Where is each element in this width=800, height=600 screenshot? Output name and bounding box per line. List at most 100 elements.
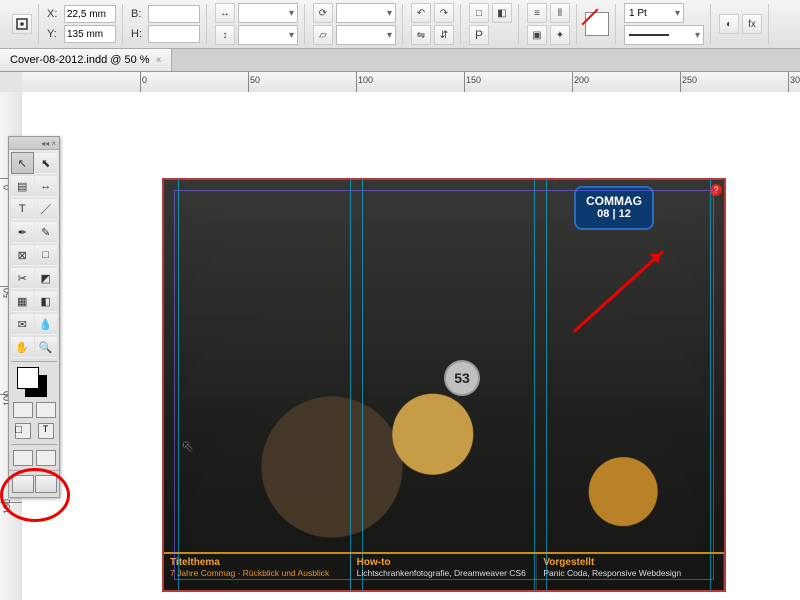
scale-block: ↔ ↕ — [209, 4, 305, 44]
footer-sub-1: Lichtschrankenfotografie, Dreamweaver CS… — [357, 568, 531, 578]
w-input[interactable] — [148, 5, 200, 23]
select-content-icon[interactable]: ◧ — [492, 3, 512, 23]
screen-mode-preview-icon[interactable] — [35, 475, 57, 493]
rotate-icon[interactable]: ⟳ — [313, 3, 333, 23]
close-tab-icon[interactable]: × — [156, 55, 162, 66]
fill-stroke-control[interactable] — [11, 365, 57, 399]
rotate-ccw-icon[interactable]: ↶ — [411, 3, 431, 23]
h-input[interactable] — [148, 25, 200, 43]
issue-badge[interactable]: COMMAG 08 | 12 — [574, 186, 654, 230]
badge-issue: 08 | 12 — [586, 208, 642, 221]
scale-y-dd[interactable] — [238, 25, 298, 45]
ruler-horizontal[interactable]: 050100150200250300 — [22, 72, 800, 93]
gradient-feather-tool-icon[interactable]: ◧ — [35, 290, 58, 312]
scale-x-icon[interactable]: ↔ — [215, 3, 235, 23]
screen-mode-buttons — [9, 470, 59, 497]
w-label: B: — [131, 8, 145, 20]
rectangle-tool-icon[interactable]: □ — [35, 244, 58, 266]
selection-tool-icon[interactable]: ↖ — [11, 152, 34, 174]
opacity-icon[interactable]: ◐ — [719, 14, 739, 34]
rotate-block: ⟳ ▱ — [307, 4, 403, 44]
fill-color-icon[interactable] — [17, 367, 39, 389]
rotate-cw-icon[interactable]: ↷ — [434, 3, 454, 23]
rotate-dd[interactable] — [336, 3, 396, 23]
shear-icon[interactable]: ▱ — [313, 25, 333, 45]
normal-view-icon[interactable] — [13, 450, 33, 466]
flip-h-icon[interactable]: ⇋ — [411, 25, 431, 45]
y-input[interactable] — [64, 25, 116, 43]
h-label: H: — [131, 28, 145, 40]
apply-color-icon[interactable] — [13, 402, 33, 418]
shear-dd[interactable] — [336, 25, 396, 45]
gradient-swatch-tool-icon[interactable]: ▦ — [11, 290, 34, 312]
scissors-tool-icon[interactable]: ✂ — [11, 267, 34, 289]
document-tab[interactable]: Cover-08-2012.indd @ 50 % × — [0, 49, 172, 71]
effects-icon[interactable]: ✦ — [550, 25, 570, 45]
select-container-icon[interactable]: □ — [469, 3, 489, 23]
badge-title: COMMAG — [586, 194, 642, 208]
object-block: □ ◧ P — [463, 4, 519, 44]
race-number-badge: 53 — [444, 360, 480, 396]
x-input[interactable] — [64, 5, 116, 23]
paragraph-icon[interactable]: P — [469, 25, 489, 45]
flip-v-icon[interactable]: ⇵ — [434, 25, 454, 45]
document-page[interactable]: COMMAG 08 | 12 ? 53 ↖ Titelthema 7 Jahre… — [162, 178, 726, 592]
align-icon[interactable]: ≡ — [527, 3, 547, 23]
wrap-icon[interactable]: ▣ — [527, 25, 547, 45]
canvas[interactable]: COMMAG 08 | 12 ? 53 ↖ Titelthema 7 Jahre… — [22, 92, 800, 600]
zoom-tool-icon[interactable]: 🔍 — [35, 336, 58, 358]
format-affects-row: □ T — [11, 421, 57, 441]
x-label: X: — [47, 8, 61, 20]
gap-tool-icon[interactable]: ↔ — [35, 175, 58, 197]
note-tool-icon[interactable]: ✉ — [11, 313, 34, 335]
control-bar: X: Y: B: H: ↔ ↕ ⟳ ▱ ↶ ↷ ⇋ ⇵ — [0, 0, 800, 49]
document-tab-strip: Cover-08-2012.indd @ 50 % × — [0, 49, 800, 72]
footer-col-howto[interactable]: How-to Lichtschrankenfotografie, Dreamwe… — [351, 554, 538, 590]
stroke-style-dd[interactable] — [624, 25, 704, 45]
color-mode-row — [11, 400, 57, 420]
cursor-icon: ↖ — [182, 438, 194, 455]
hand-tool-icon[interactable]: ✋ — [11, 336, 34, 358]
overset-text-icon[interactable]: ? — [710, 184, 722, 196]
arrange-block: ≡ ⦀ ▣ ✦ — [521, 4, 577, 44]
footer-sub-2: Panic Coda, Responsive Webdesign — [543, 568, 717, 578]
reference-point-icon[interactable] — [12, 14, 32, 34]
type-tool-icon[interactable]: T — [11, 198, 34, 220]
size-block: B: H: — [125, 4, 207, 44]
fill-swatch-none-icon[interactable] — [585, 12, 609, 36]
view-mode-row-1 — [11, 448, 57, 468]
fill-block — [579, 4, 616, 44]
tools-panel-header[interactable]: ◂◂ × — [9, 137, 59, 150]
scale-x-dd[interactable] — [238, 3, 298, 23]
screen-mode-normal-icon[interactable] — [12, 475, 34, 493]
eyedropper-tool-icon[interactable]: 💧 — [35, 313, 58, 335]
scale-y-icon[interactable]: ↕ — [215, 25, 235, 45]
stroke-block: 1 Pt — [618, 4, 711, 44]
format-container-icon[interactable]: □ — [15, 423, 31, 439]
rectangle-frame-tool-icon[interactable]: ⊠ — [11, 244, 34, 266]
footer-title-2: Vorgestellt — [543, 557, 717, 568]
reference-point-block — [6, 4, 39, 44]
footer-col-titelthema[interactable]: Titelthema 7 Jahre Commag - Rückblick un… — [164, 554, 351, 590]
footer-sub-0: 7 Jahre Commag - Rückblick und Ausblick — [170, 568, 344, 578]
line-tool-icon[interactable]: ／ — [35, 198, 58, 220]
misc-block: ◐ fx — [713, 4, 769, 44]
direct-selection-tool-icon[interactable]: ⬉ — [35, 152, 58, 174]
fx-icon[interactable]: fx — [742, 14, 762, 34]
tools-panel[interactable]: ◂◂ × ↖ ⬉ ▤ ↔ T ／ ✒ ✎ ⊠ □ ✂ ◩ ▦ ◧ ✉ 💧 ✋ 🔍 — [8, 136, 60, 498]
y-label: Y: — [47, 28, 61, 40]
preview-view-icon[interactable] — [36, 450, 56, 466]
page-tool-icon[interactable]: ▤ — [11, 175, 34, 197]
apply-gradient-icon[interactable] — [36, 402, 56, 418]
document-tab-label: Cover-08-2012.indd @ 50 % — [10, 54, 150, 66]
stroke-weight-dd[interactable]: 1 Pt — [624, 3, 684, 23]
pen-tool-icon[interactable]: ✒ — [11, 221, 34, 243]
annotation-arrow — [573, 250, 664, 333]
flip-block: ↶ ↷ ⇋ ⇵ — [405, 4, 461, 44]
ruler-corner — [0, 72, 23, 93]
format-text-icon[interactable]: T — [38, 423, 54, 439]
pencil-tool-icon[interactable]: ✎ — [35, 221, 58, 243]
distribute-icon[interactable]: ⦀ — [550, 3, 570, 23]
footer-col-vorgestellt[interactable]: Vorgestellt Panic Coda, Responsive Webde… — [537, 554, 724, 590]
free-transform-tool-icon[interactable]: ◩ — [35, 267, 58, 289]
